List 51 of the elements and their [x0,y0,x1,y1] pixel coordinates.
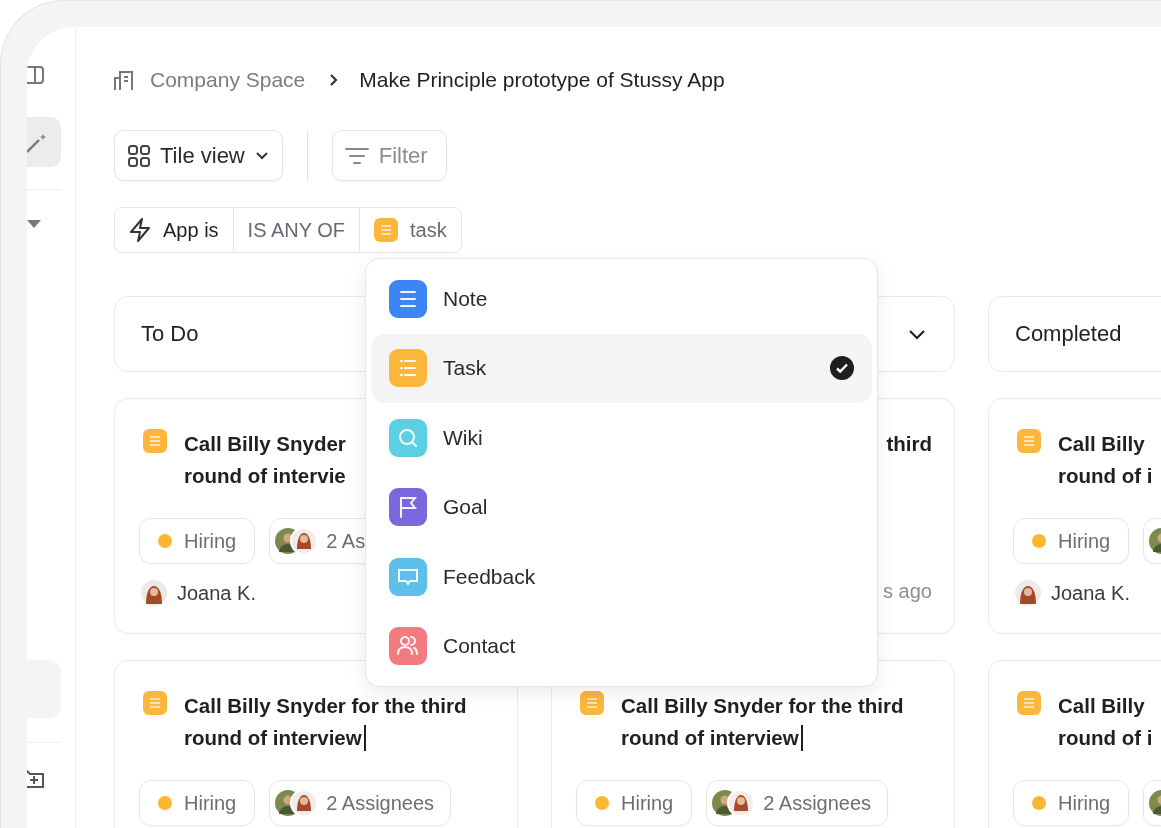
tag-chip[interactable]: Hiring [139,518,256,564]
task-icon [143,429,167,453]
avatar-icon [1015,580,1041,606]
task-icon [580,691,604,715]
avatar-pair-icon [274,527,319,555]
column-title: To Do [141,321,199,347]
assignees-chip[interactable]: 2 Assignees [706,780,889,826]
card-time: s ago [883,580,932,603]
card-title: Call Billy Snyder round of intervie [184,431,346,489]
task-card[interactable]: Call Billy round of i Hiring Joana K. [988,398,1161,634]
chevron-right-icon [329,73,340,87]
folder-plus-icon[interactable] [27,769,47,789]
assignees-chip[interactable]: 2 Assignees [269,780,452,826]
column-title: Completed [1015,321,1122,347]
card-title: Call Billy Snyder for the third round of interview [184,693,467,753]
building-icon [114,69,136,91]
task-icon [1017,429,1041,453]
tag-chip[interactable]: Hiring [1013,780,1130,826]
author-name: Joana K. [1051,581,1130,605]
tag-chip[interactable]: Hiring [576,780,693,826]
task-icon [374,218,399,242]
rule-value: task [410,218,447,242]
rule-operator: IS ANY OF [247,218,346,242]
panel-icon[interactable] [27,65,47,85]
breadcrumb-link[interactable]: Company Space [150,68,306,92]
avatar-pair-icon [274,789,319,817]
card-title: Call Billy round of i [1058,431,1153,489]
chevron-down-icon [254,151,269,160]
card-title: Call Billy Snyder for the third round of interview [621,693,904,753]
check-icon [830,356,854,381]
card-title: Call Billy round of i [1058,693,1153,751]
rule-field: App is [163,218,219,242]
task-icon [1017,691,1041,715]
task-icon [143,691,167,715]
tag-chip[interactable]: Hiring [1013,518,1130,564]
avatar-icon [141,580,167,606]
grid-icon [128,144,150,167]
filter-icon [344,146,369,165]
avatar-pair-icon [711,789,756,817]
card-title: third [886,431,932,457]
tag-chip[interactable]: Hiring [139,780,256,826]
caret-icon[interactable] [27,220,41,228]
task-card[interactable]: Call Billy round of i Hiring [988,660,1161,828]
magic-wand-button[interactable] [27,117,61,167]
chevron-down-icon[interactable] [908,328,926,340]
tile-view-button[interactable]: Tile view [114,130,283,181]
author-name: Joana K. [177,581,256,605]
column-header[interactable]: Completed [988,296,1161,372]
lightning-icon [129,218,151,242]
dropdown-option[interactable]: Task [371,333,872,403]
breadcrumb-current: Make Principle prototype of Stussy App [359,68,725,92]
